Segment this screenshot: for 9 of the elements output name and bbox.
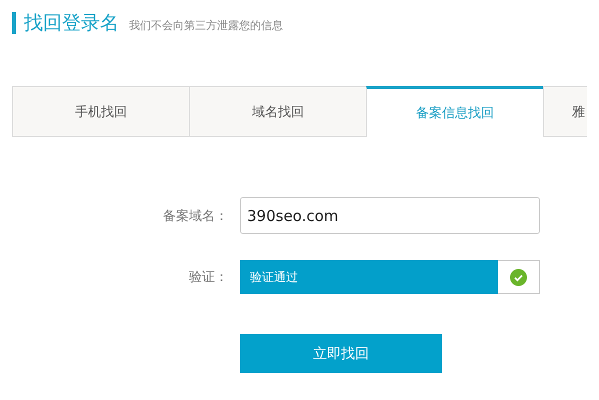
check-icon	[510, 268, 527, 286]
domain-field[interactable]: 390seo.com	[240, 197, 540, 234]
page-subtitle: 我们不会向第三方泄露您的信息	[129, 18, 283, 33]
field-label: 验证：	[188, 269, 229, 286]
field-label: 备案域名：	[162, 208, 229, 224]
page-title: 找回登录名	[12, 12, 119, 34]
tab[interactable]: 手机找回	[12, 86, 189, 137]
tab[interactable]: 域名找回	[189, 86, 366, 137]
tab[interactable]: 雅	[543, 86, 587, 137]
